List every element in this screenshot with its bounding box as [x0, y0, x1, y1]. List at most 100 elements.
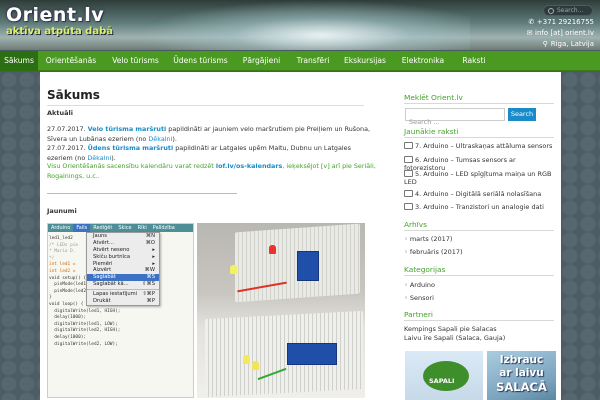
velo-routes-link[interactable]: Velo tūrisma maršruti: [88, 125, 167, 133]
recent-post-title: 4. Arduino – Digitālā seriālā nolasīšana: [415, 190, 542, 198]
category-sensori[interactable]: ◦ Sensori: [404, 294, 556, 302]
recent-post-title: 5. Arduino – LED spīgļtuma maiņa un RGB …: [404, 170, 552, 186]
partner-kempings-link[interactable]: Kempings Sapali pie Salacas: [404, 325, 497, 333]
breadboard-photo[interactable]: [197, 223, 365, 398]
archive-item-february[interactable]: ◦ februāris (2017): [404, 248, 556, 256]
menu-separator: [87, 289, 159, 291]
menu-label: Drukāt: [93, 298, 111, 305]
ide-menubar: Arduino Fails Rediģēt Skice Rīki Palīdzī…: [48, 224, 193, 232]
recent-post-title: 7. Arduino – Ultraskaņas attāluma sensor…: [415, 142, 553, 150]
chevron-right-icon: ◦: [404, 248, 408, 256]
site-header: Orient.lv aktīva atpūta dabā Search... ✆…: [0, 0, 600, 50]
menu-label: Atvērt...: [93, 239, 114, 246]
sidebar-rule: [404, 320, 554, 321]
banner-line-2: ar laivu: [499, 367, 544, 379]
archive-label: februāris (2017): [409, 248, 463, 256]
dekalni-link[interactable]: Dēkalni: [87, 154, 111, 162]
recent-post-5[interactable]: 5. Arduino – LED spīgļtuma maiņa un RGB …: [404, 170, 556, 186]
recent-post-4[interactable]: 4. Arduino – Digitālā seriālā nolasīšana: [404, 190, 556, 198]
menu-shortcut: ⌘S: [146, 274, 155, 281]
nav-item-transferi[interactable]: Transfēri: [289, 51, 337, 71]
header-search-input[interactable]: Search...: [543, 5, 593, 16]
post-thumbnail-icon: [404, 190, 413, 197]
news-date: 27.07.2017.: [47, 144, 86, 152]
sapali-sign-text: SAPALI: [429, 377, 455, 385]
arduino-ide-screenshot[interactable]: Arduino Fails Rediģēt Skice Rīki Palīdzī…: [47, 223, 194, 398]
code-line: delay(1000);: [49, 334, 87, 340]
menu-shortcut: ▸: [152, 253, 155, 260]
partner-laivu-ire-link[interactable]: Laivu īre Sapali (Salaca, Gauja): [404, 334, 505, 342]
sidebar-rule: [404, 103, 554, 104]
menu-item-aizvert: Aizvērt ⌘W: [87, 267, 159, 274]
contact-email[interactable]: ✉ info [at] orient.lv: [526, 28, 594, 38]
banner-line-3: SALACĀ: [496, 380, 547, 394]
nav-item-udens-turisms[interactable]: Ūdens tūrisms: [167, 51, 234, 71]
ide-menu-rediget: Rediģēt: [93, 225, 113, 231]
page-title: Sākums: [47, 88, 100, 102]
nav-item-velo-turisms[interactable]: Velo tūrisms: [104, 51, 167, 71]
partners-heading: Partneri: [404, 310, 433, 319]
content-divider: [47, 193, 237, 194]
news-tail: ).: [172, 134, 177, 143]
chevron-right-icon: ◦: [404, 281, 408, 289]
post-thumbnail-icon: [404, 142, 413, 149]
envelope-icon: ✉: [526, 29, 533, 37]
contact-phone[interactable]: ✆ +371 29216755: [528, 17, 594, 27]
phone-icon: ✆: [528, 18, 535, 26]
nav-item-pargajieni[interactable]: Pārgājieni: [234, 51, 289, 71]
nav-item-elektronika[interactable]: Elektronika: [393, 51, 453, 71]
archive-heading: Arhīvs: [404, 220, 427, 229]
menu-item-piemeri: Piemēri ▸: [87, 261, 159, 268]
breadboard-bottom: [205, 310, 363, 398]
news-item-calendar: Visu Orientēšanās sacensību kalendāru va…: [47, 162, 377, 181]
code-line: delay(1000);: [49, 315, 87, 321]
ide-menu-skice: Skice: [118, 225, 132, 231]
sapali-banner[interactable]: SAPALI: [405, 351, 483, 400]
red-led: [269, 245, 276, 254]
menu-shortcut: ⇧⌘P: [142, 291, 155, 298]
menu-shortcut: ⇧⌘S: [142, 281, 155, 288]
archive-item-march[interactable]: ◦ marts (2017): [404, 235, 556, 243]
news-tail: ).: [111, 153, 116, 162]
menu-item-drukat: Drukāt ⌘P: [87, 298, 159, 305]
menu-label: Aizvērt: [93, 267, 112, 274]
email-text: info [at] orient.lv: [535, 29, 594, 37]
menu-shortcut: ⌘O: [145, 239, 155, 246]
menu-shortcut: ▸: [152, 260, 155, 267]
yellow-led: [230, 265, 237, 274]
menu-label: Saglabāt: [93, 274, 116, 281]
site-logo[interactable]: Orient.lv aktīva atpūta dabā: [6, 5, 113, 38]
left-background-pattern: [0, 72, 40, 400]
sidebar-search-button[interactable]: Search: [508, 108, 536, 121]
sidebar-search-input[interactable]: Search ...: [405, 108, 505, 126]
main-navigation: Sākums Orientēšanās Velo tūrisms Ūdens t…: [0, 51, 600, 71]
menu-shortcut: ⌘N: [145, 233, 155, 239]
ide-menu-riki: Rīki: [137, 225, 147, 231]
menu-item-skicu-burtnica: Skiču burtnīca ▸: [87, 254, 159, 261]
category-arduino[interactable]: ◦ Arduino: [404, 281, 556, 289]
news-item-udens: 27.07.2017. Ūdens tūrisma maršruti papil…: [47, 144, 377, 163]
header-background-image: [140, 0, 470, 50]
chevron-right-icon: ◦: [404, 294, 408, 302]
title-divider: [47, 105, 364, 106]
nav-item-ekskursijas[interactable]: Ekskursijas: [337, 51, 393, 71]
calendar-link[interactable]: lof.lv/os-kalendars: [216, 162, 282, 170]
nav-item-sakums[interactable]: Sākums: [0, 51, 38, 71]
recent-post-7[interactable]: 7. Arduino – Ultraskaņas attāluma sensor…: [404, 142, 556, 150]
menu-label: Skiču burtnīca: [93, 253, 131, 260]
calendar-text: Visu Orientēšanās sacensību kalendāru va…: [47, 162, 214, 170]
menu-item-jauns: Jauns ⌘N: [87, 233, 159, 240]
nav-item-raksti[interactable]: Raksti: [453, 51, 495, 71]
water-routes-link[interactable]: Ūdens tūrisma maršruti: [88, 144, 174, 152]
menu-item-lapas-iestatijumi: Lapas iestatījumi ⇧⌘P: [87, 291, 159, 298]
post-thumbnail-icon: [404, 170, 413, 177]
salaca-boat-banner[interactable]: Izbrauc ar laivu SALACĀ: [487, 351, 556, 400]
aktuali-heading: Aktuāli: [47, 109, 73, 117]
sidebar-rule: [404, 137, 554, 138]
code-line: digitalWrite(led2, LOW);: [49, 341, 118, 347]
right-background-pattern: [561, 72, 600, 400]
menu-label: Atvērt neseno: [93, 246, 130, 253]
recent-post-3[interactable]: 3. Arduino – Tranzistori un analogie dat…: [404, 203, 556, 211]
dekalni-link[interactable]: Dēkalni: [148, 135, 172, 143]
nav-item-orientesanas[interactable]: Orientēšanās: [38, 51, 104, 71]
